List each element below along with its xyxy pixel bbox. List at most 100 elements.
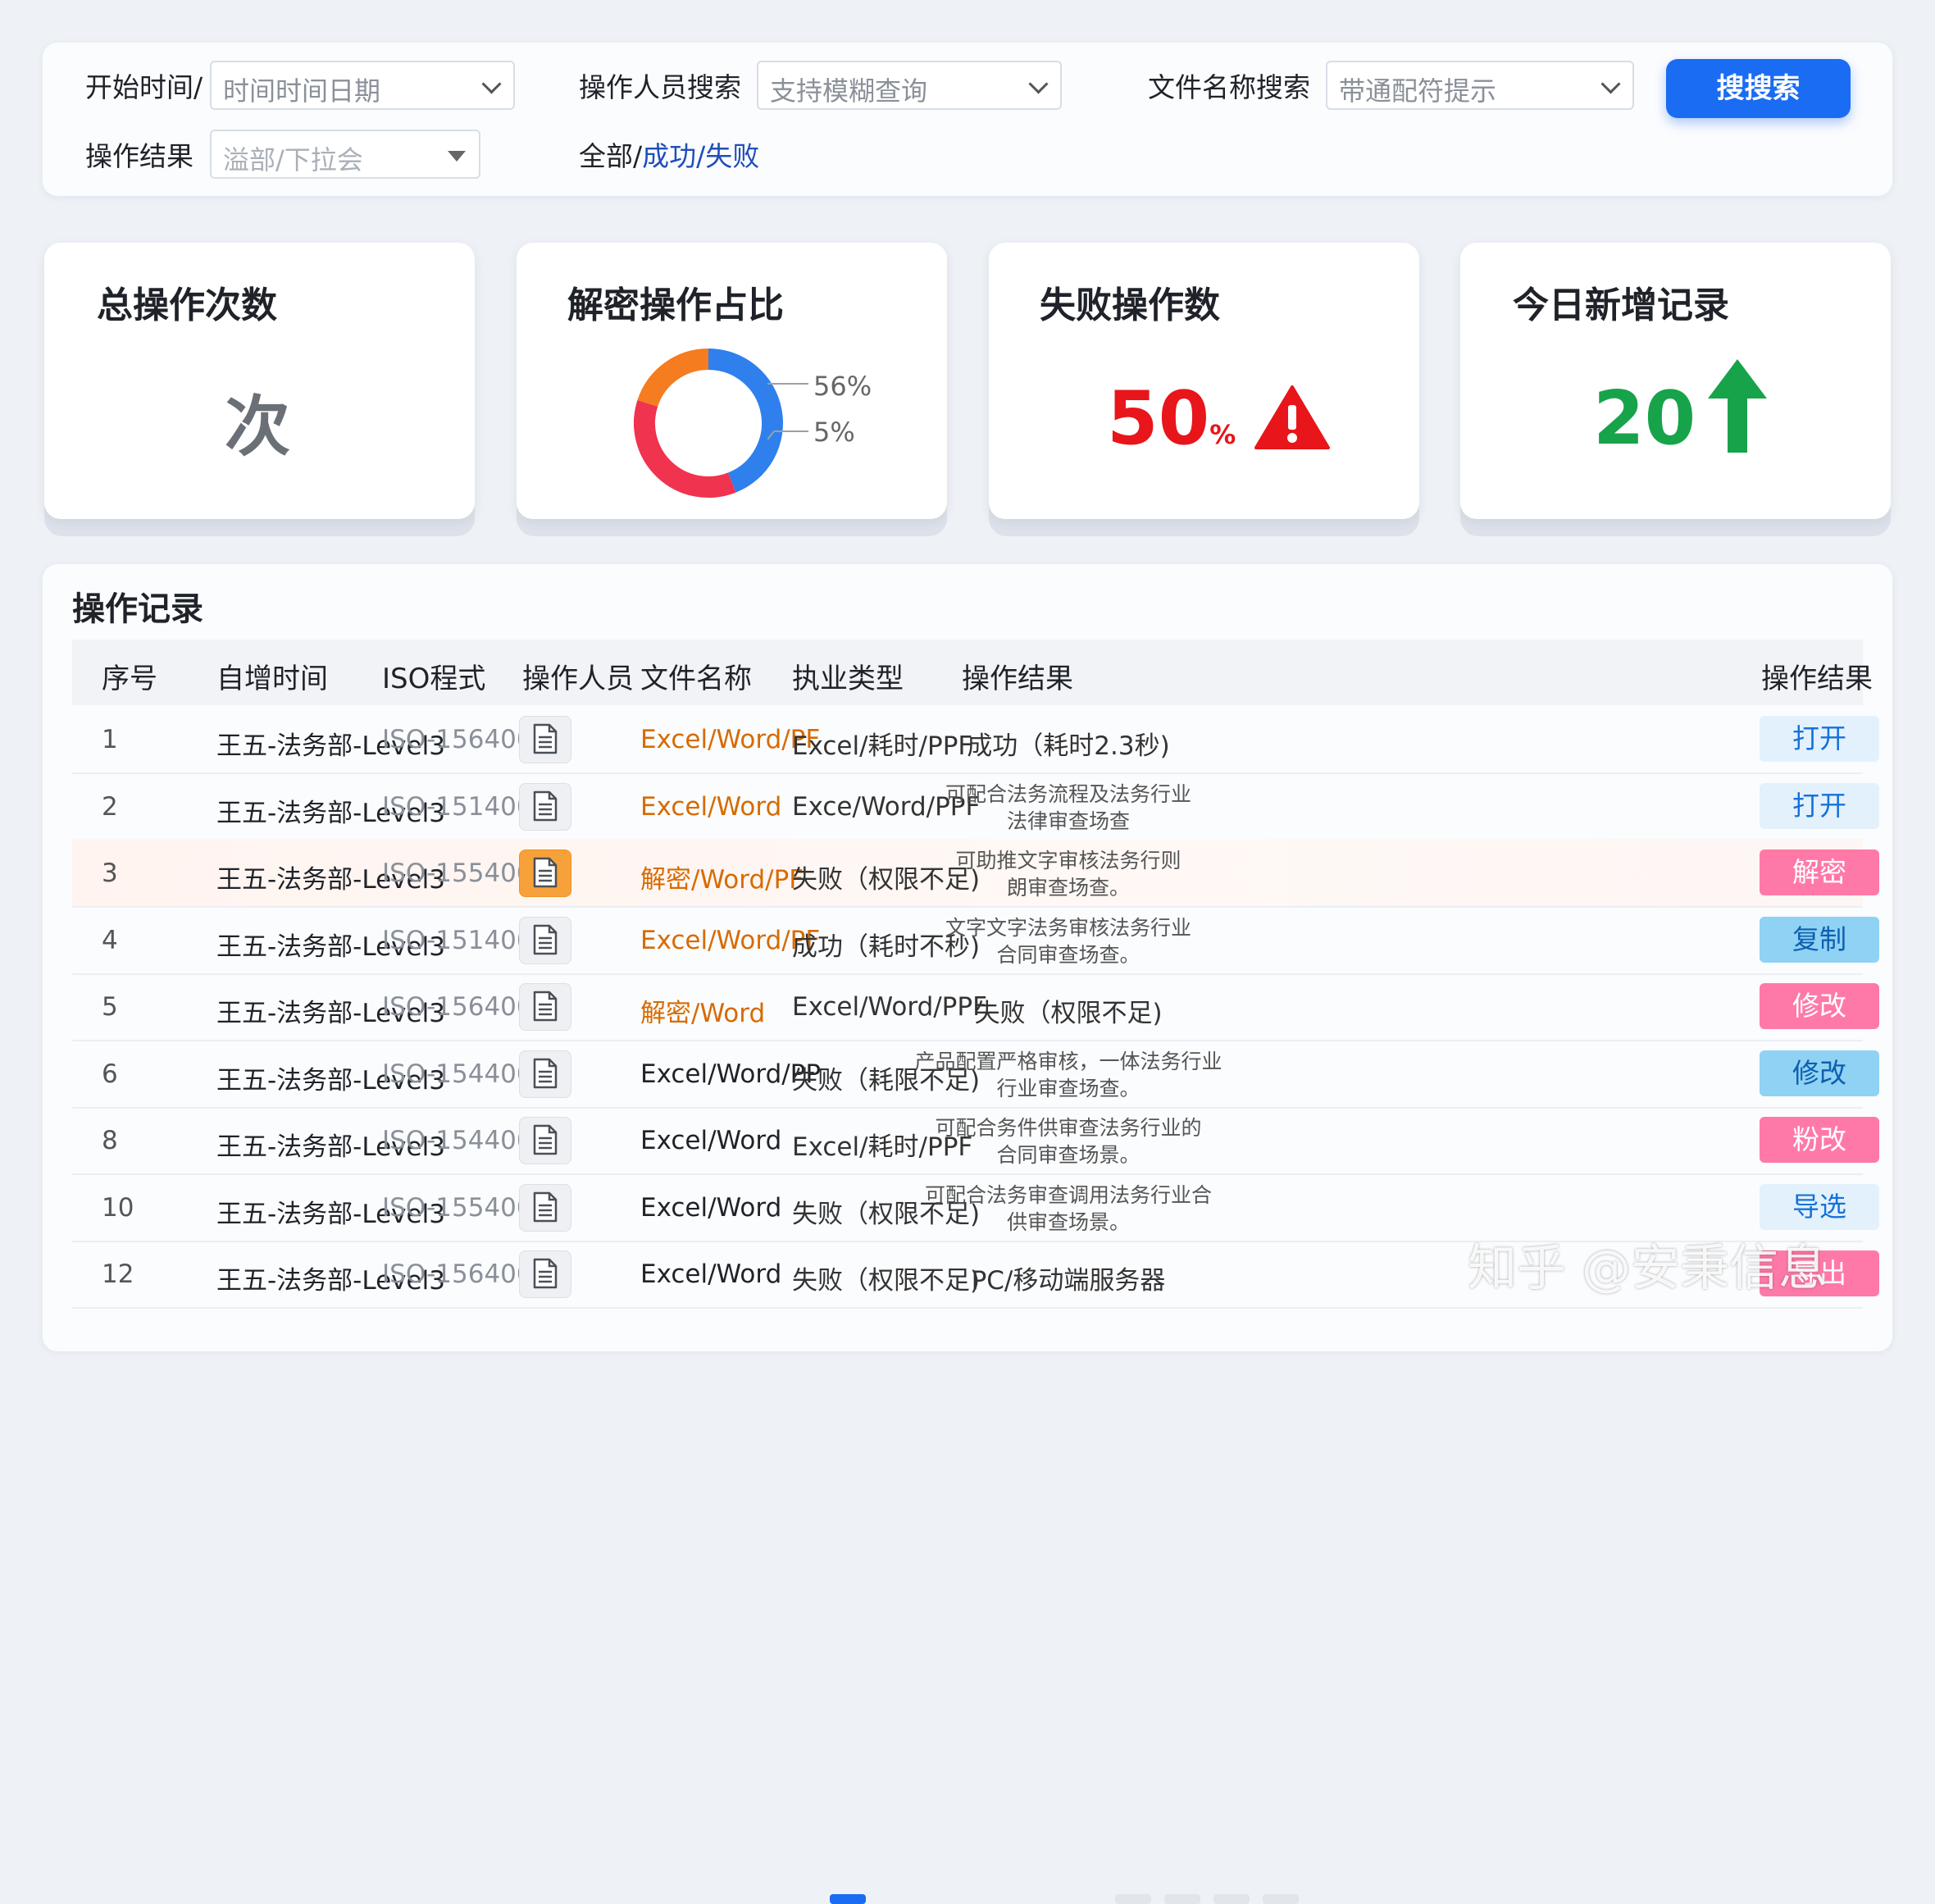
start-time-placeholder: 时间时间日期 bbox=[223, 75, 381, 107]
row-result: 文字文字法务审核法务行业 合同审查场查。 bbox=[896, 914, 1241, 968]
result-filter-options: 全部/成功/失败 bbox=[579, 134, 759, 174]
row-result: PC/移动端服务器 bbox=[971, 1266, 1166, 1296]
document-icon[interactable] bbox=[519, 1183, 571, 1232]
document-icon[interactable] bbox=[519, 1250, 571, 1298]
filename-label: 文件名称搜索 bbox=[1148, 71, 1310, 103]
card-title: 失败操作数 bbox=[1040, 285, 1220, 326]
header-filename: 文件名称 bbox=[640, 663, 752, 695]
row-action-button[interactable]: 复制 bbox=[1760, 916, 1879, 963]
card-title: 今日新增记录 bbox=[1513, 285, 1729, 326]
row-result: 可助推文字审核法务行则 朗审查场查。 bbox=[896, 847, 1241, 901]
row-result-line1: 产品配置严格审核，一体法务行业 bbox=[914, 1049, 1222, 1073]
page-button[interactable] bbox=[1115, 1894, 1151, 1904]
row-filename: Excel/Word bbox=[640, 1192, 782, 1223]
header-type: 执业类型 bbox=[792, 663, 904, 695]
table-row[interactable]: 6 王五-法务部-Level3 ISO-15440027 Excel/Word/PP 失… bbox=[72, 1040, 1879, 1109]
table-header: 序号 自增时间 ISO程式 操作人员 文件名称 执业类型 操作结果 操作结果 bbox=[72, 640, 1873, 705]
failed-operations-value: 50% bbox=[1107, 382, 1236, 456]
row-result-line2: 法律审查场查 bbox=[1006, 809, 1130, 833]
header-index: 序号 bbox=[102, 663, 157, 695]
row-result-line1: 可配合务件供审查法务行业的 bbox=[935, 1116, 1202, 1140]
header-operator: 操作人员 bbox=[522, 663, 634, 695]
row-result-line2: 合同审查场景。 bbox=[996, 1143, 1141, 1167]
result-select[interactable]: 溢部/下拉会 bbox=[210, 130, 480, 179]
table-row[interactable]: 3 王五-法务部-Level3 ISO-15540027 解密/Word/PF 失败（权… bbox=[72, 839, 1879, 908]
operator-search-select[interactable]: 支持模糊查询 bbox=[757, 61, 1062, 110]
row-result-line1: 可配合法务审查调用法务行业合 bbox=[924, 1182, 1212, 1207]
document-icon[interactable] bbox=[519, 1050, 571, 1098]
row-index: 12 bbox=[102, 1259, 134, 1289]
row-action-button[interactable]: 打开 bbox=[1760, 782, 1879, 829]
row-filename: Excel/Word bbox=[640, 791, 782, 822]
document-icon[interactable] bbox=[519, 983, 571, 1031]
document-icon[interactable] bbox=[519, 782, 571, 831]
filter-panel: 开始时间/ 时间时间日期 操作人员搜索 支持模糊查询 文件名称搜索 带通配符提示… bbox=[43, 43, 1892, 196]
row-filename: 解密/Word bbox=[640, 999, 766, 1028]
row-index: 8 bbox=[102, 1126, 118, 1155]
decrypt-donut-chart bbox=[634, 348, 783, 498]
donut-segment-2 bbox=[637, 348, 709, 408]
row-index: 10 bbox=[102, 1192, 134, 1223]
table-row[interactable]: 2 王五-法务部-Level3 ISO-15140023 Excel/Word Exce… bbox=[72, 772, 1879, 841]
document-icon[interactable] bbox=[519, 850, 571, 897]
page-button[interactable] bbox=[1164, 1894, 1200, 1904]
row-index: 3 bbox=[102, 859, 118, 888]
decrypt-ratio-card: 解密操作占比 56% 5% bbox=[517, 243, 947, 519]
row-result-line2: 供审查场景。 bbox=[1006, 1209, 1130, 1234]
search-button[interactable]: 搜搜索 bbox=[1666, 59, 1851, 118]
filename-search-select[interactable]: 带通配符提示 bbox=[1326, 61, 1634, 110]
row-result: 可配合法务流程及法务行业 法律审查场查 bbox=[896, 781, 1241, 835]
card-title: 总操作次数 bbox=[97, 285, 277, 326]
row-result: 失败（权限不足) bbox=[974, 999, 1163, 1028]
result-all-option[interactable]: 全部/ bbox=[579, 140, 642, 172]
row-action-button[interactable]: 导选 bbox=[1760, 1183, 1879, 1230]
row-result-line2: 行业审查场查。 bbox=[996, 1076, 1141, 1100]
header-result: 操作结果 bbox=[962, 663, 1073, 695]
result-success-option[interactable]: 成功/ bbox=[642, 140, 705, 172]
card-title: 解密操作占比 bbox=[567, 285, 784, 326]
donut-segment-0 bbox=[708, 348, 783, 493]
document-icon[interactable] bbox=[519, 916, 571, 964]
warning-icon bbox=[1254, 385, 1330, 449]
table-row[interactable]: 5 王五-法务部-Level3 ISO-15640024 解密/Word Excel/W… bbox=[72, 972, 1879, 1041]
chevron-down-icon bbox=[481, 74, 502, 94]
table-row[interactable]: 8 王五-法务部-Level3 ISO-15440024 Excel/Word Exce… bbox=[72, 1106, 1879, 1175]
chevron-down-icon bbox=[1028, 74, 1049, 94]
table-row[interactable]: 1 王五-法务部-Level3 ISO-15640022 Excel/Word/PF E… bbox=[72, 705, 1879, 774]
header-action: 操作结果 bbox=[1761, 663, 1873, 695]
filename-placeholder: 带通配符提示 bbox=[1339, 75, 1497, 107]
row-action-button[interactable]: 修改 bbox=[1760, 1050, 1879, 1096]
operator-placeholder: 支持模糊查询 bbox=[770, 75, 928, 107]
row-action-button[interactable]: 解密 bbox=[1760, 850, 1879, 895]
start-time-select[interactable]: 时间时间日期 bbox=[210, 61, 515, 110]
failed-value-number: 50 bbox=[1107, 376, 1210, 462]
failed-value-unit: % bbox=[1209, 419, 1236, 450]
row-result-line1: 可助推文字审核法务行则 bbox=[955, 849, 1181, 872]
row-index: 2 bbox=[102, 791, 118, 822]
row-index: 6 bbox=[102, 1059, 118, 1089]
document-icon[interactable] bbox=[519, 1117, 571, 1164]
row-index: 1 bbox=[102, 725, 118, 754]
row-result-line1: 可配合法务流程及法务行业 bbox=[945, 781, 1191, 806]
decrypt-label-top: 56% bbox=[813, 371, 872, 402]
row-action-button[interactable]: 粉改 bbox=[1760, 1117, 1879, 1163]
total-operations-card: 总操作次数 次 bbox=[44, 243, 475, 519]
page-button[interactable] bbox=[1263, 1894, 1299, 1904]
watermark: 知乎 @安秉信息 bbox=[1468, 1240, 1828, 1297]
row-action-button[interactable]: 修改 bbox=[1760, 983, 1879, 1029]
chevron-down-icon bbox=[1600, 74, 1621, 94]
row-action-button[interactable]: 打开 bbox=[1760, 716, 1879, 762]
decrypt-label-bottom: 5% bbox=[813, 417, 855, 448]
table-row[interactable]: 4 王五-法务部-Level3 ISO-15140026 Excel/Word/PF 成… bbox=[72, 906, 1879, 975]
document-icon[interactable] bbox=[519, 716, 571, 763]
page-button-active[interactable] bbox=[830, 1894, 866, 1904]
row-index: 5 bbox=[102, 992, 118, 1022]
row-filename: Excel/Word bbox=[640, 1259, 782, 1289]
row-result-line2: 朗审查场查。 bbox=[1006, 876, 1130, 900]
page-button[interactable] bbox=[1213, 1894, 1250, 1904]
row-result: 可配合务件供审查法务行业的 合同审查场景。 bbox=[896, 1114, 1241, 1168]
total-operations-value: 次 bbox=[225, 389, 290, 465]
start-time-label: 开始时间/ bbox=[85, 71, 203, 103]
result-fail-option[interactable]: 失败 bbox=[705, 140, 759, 172]
header-iso: ISO程式 bbox=[382, 663, 486, 695]
